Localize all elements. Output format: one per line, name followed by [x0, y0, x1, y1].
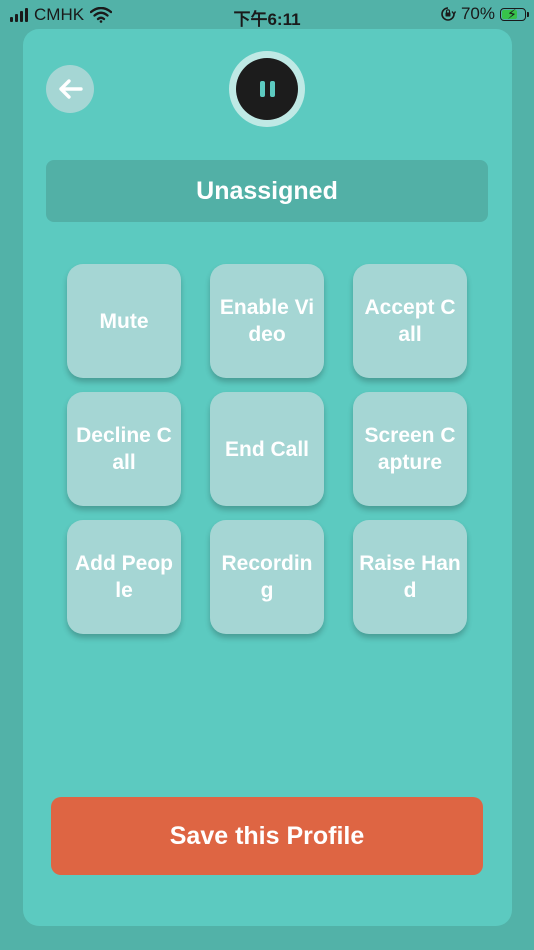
end-call-button[interactable]: End Call: [210, 392, 324, 506]
screen-capture-button[interactable]: Screen Capture: [353, 392, 467, 506]
pause-button-ring: [229, 51, 305, 127]
status-bar: CMHK 下午6:11 70% ⚡: [0, 0, 534, 30]
status-right: 70% ⚡: [440, 4, 529, 24]
enable-video-button[interactable]: Enable Video: [210, 264, 324, 378]
mute-button[interactable]: Mute: [67, 264, 181, 378]
pause-icon-bar: [269, 81, 275, 97]
back-button[interactable]: [46, 65, 94, 113]
pause-button[interactable]: [236, 58, 298, 120]
orientation-lock-icon: [441, 7, 456, 21]
charging-bolt-icon: ⚡: [507, 5, 517, 22]
add-people-button[interactable]: Add People: [67, 520, 181, 634]
raise-hand-button[interactable]: Raise Hand: [353, 520, 467, 634]
recording-button[interactable]: Recording: [210, 520, 324, 634]
arrow-left-icon: [59, 79, 83, 99]
save-profile-button[interactable]: Save this Profile: [51, 797, 483, 875]
battery-tip: [527, 11, 529, 17]
profile-panel: Unassigned Mute Enable Video Accept Call…: [23, 29, 512, 926]
battery-icon: ⚡: [500, 5, 529, 22]
decline-call-button[interactable]: Decline Call: [67, 392, 181, 506]
action-grid: Mute Enable Video Accept Call Decline Ca…: [67, 264, 467, 634]
accept-call-button[interactable]: Accept Call: [353, 264, 467, 378]
battery-percent: 70%: [460, 4, 495, 23]
profile-name-field[interactable]: Unassigned: [46, 160, 488, 222]
pause-icon: [259, 81, 265, 97]
